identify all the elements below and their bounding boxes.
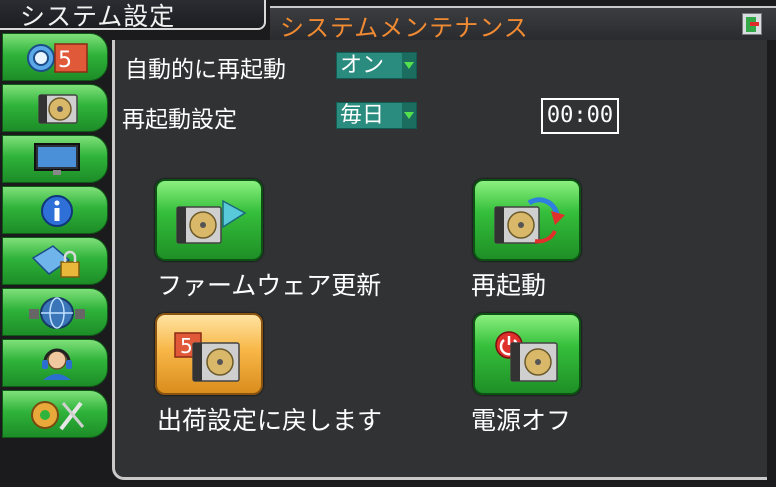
reboot-frequency-value: 毎日 bbox=[340, 103, 385, 128]
reboot-time-field[interactable]: 00:00 bbox=[541, 98, 619, 134]
firmware-update-button[interactable] bbox=[155, 179, 263, 261]
sidebar-item-security[interactable] bbox=[2, 237, 108, 285]
security-lock-icon bbox=[31, 245, 80, 278]
sidebar: 5 bbox=[0, 33, 112, 453]
factory-reset-label: 出荷設定に戻します bbox=[157, 406, 383, 435]
chevron-down-icon bbox=[402, 103, 416, 128]
reboot-frequency-select[interactable]: 毎日 bbox=[336, 102, 417, 129]
factory-reset-button[interactable]: 5 bbox=[155, 313, 263, 395]
firmware-update-icon bbox=[176, 199, 247, 244]
tools-icon bbox=[31, 401, 85, 431]
network-icon bbox=[29, 297, 85, 329]
sidebar-item-record[interactable]: 5 bbox=[2, 33, 108, 81]
power-off-icon bbox=[495, 331, 558, 382]
sidebar-item-support[interactable] bbox=[2, 339, 108, 387]
power-off-label: 電源オフ bbox=[471, 406, 572, 435]
auto-reboot-select[interactable]: オン bbox=[336, 52, 417, 79]
reboot-icon bbox=[494, 197, 565, 244]
sidebar-item-display[interactable] bbox=[2, 135, 108, 183]
factory-reset-icon: 5 bbox=[174, 332, 240, 382]
record-schedule-icon: 5 bbox=[27, 43, 88, 73]
page-title-tab: システム設定 bbox=[0, 0, 266, 31]
chevron-down-icon bbox=[402, 53, 416, 78]
auto-reboot-label: 自動的に再起動 bbox=[125, 57, 286, 83]
factory-reset-badge: 5 bbox=[180, 334, 193, 358]
sidebar-item-hdd[interactable] bbox=[2, 84, 108, 132]
exit-door-icon[interactable] bbox=[742, 13, 762, 35]
info-icon bbox=[41, 195, 73, 227]
sidebar-item-network[interactable] bbox=[2, 288, 108, 336]
power-off-button[interactable] bbox=[473, 313, 581, 395]
schedule-badge-number: 5 bbox=[58, 48, 72, 73]
firmware-update-label: ファームウェア更新 bbox=[157, 271, 382, 300]
reboot-setting-label: 再起動設定 bbox=[122, 107, 237, 133]
auto-reboot-value: オン bbox=[340, 53, 385, 78]
sidebar-item-info[interactable] bbox=[2, 186, 108, 234]
header-bar: システムメンテナンス bbox=[270, 6, 776, 42]
reboot-button[interactable] bbox=[473, 179, 581, 261]
monitor-icon bbox=[34, 143, 80, 175]
hdd-icon bbox=[38, 94, 78, 124]
reboot-label: 再起動 bbox=[471, 271, 547, 300]
page-title: システム設定 bbox=[20, 2, 176, 31]
section-title: システムメンテナンス bbox=[280, 14, 529, 42]
sidebar-item-tools[interactable] bbox=[2, 390, 108, 438]
support-headset-icon bbox=[42, 348, 72, 380]
